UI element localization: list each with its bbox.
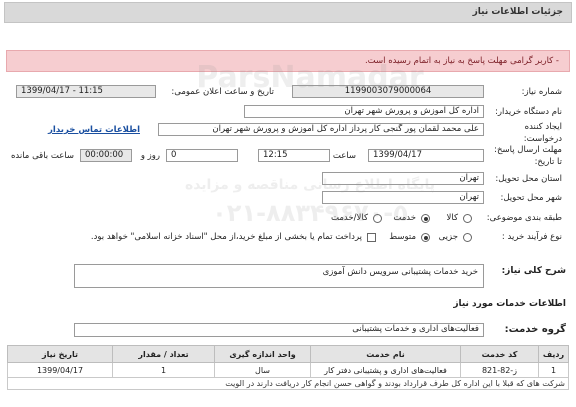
need-description-box: خرید خدمات پشتیبانی سرویس دانش آموزی	[74, 264, 484, 288]
treasury-payment-note: پرداخت تمام یا بخشی از مبلغ خرید،از محل …	[90, 232, 362, 242]
need-description-text: خرید خدمات پشتیبانی سرویس دانش آموزی	[322, 267, 478, 277]
treasury-payment-checkbox[interactable]	[367, 233, 376, 242]
need-number-field: 1199003079000064	[292, 85, 484, 98]
announce-datetime-label: تاریخ و ساعت اعلان عمومی:	[171, 87, 274, 97]
creator-label-line2: درخواست:	[523, 134, 562, 144]
need-number-label: شماره نیاز:	[521, 87, 562, 97]
city-label: شهر محل تحویل:	[500, 193, 562, 203]
page-header: جزئیات اطلاعات نیاز	[4, 2, 572, 23]
category-service-radio[interactable]	[421, 214, 430, 223]
category-service-label: خدمت	[393, 213, 416, 223]
cell-date: 1399/04/17	[7, 362, 113, 378]
buyer-contact-link[interactable]: اطلاعات تماس خریدار	[48, 125, 140, 135]
services-table: ردیف کد خدمت نام خدمت واحد اندازه گیری ت…	[7, 345, 569, 390]
need-details-form: شماره نیاز: 1199003079000064 تاریخ و ساع…	[6, 83, 570, 242]
services-info-title: اطلاعات خدمات مورد نیاز	[453, 299, 566, 309]
col-header-row: ردیف	[538, 345, 569, 363]
service-group-field: فعالیت‌های اداری و خدمات پشتیبانی	[74, 323, 484, 337]
col-header-qty: تعداد / مقدار	[112, 345, 215, 363]
process-minor-label: جزیی	[438, 232, 458, 242]
buyer-org-label: نام دستگاه خریدار:	[495, 107, 562, 117]
deadline-time-label: ساعت	[332, 151, 356, 161]
need-description-title: شرح کلی نیاز:	[501, 266, 566, 276]
service-group-label: گروه خدمت:	[504, 324, 566, 335]
cell-code: ز-82-821	[460, 362, 539, 378]
alert-text: - کاربر گرامی مهلت پاسخ به نیاز به اتمام…	[364, 56, 559, 66]
city-field: تهران	[322, 191, 484, 204]
table-footer-text: شرکت های که قبلا با این اداره کل طرف قرا…	[7, 377, 569, 390]
province-field: تهران	[322, 172, 484, 185]
category-goods-label: کالا	[446, 213, 458, 223]
category-goods-service-label: کالا/خدمت	[331, 213, 368, 223]
cell-unit: سال	[214, 362, 311, 378]
col-header-name: نام خدمت	[310, 345, 461, 363]
table-header-row: ردیف کد خدمت نام خدمت واحد اندازه گیری ت…	[7, 345, 569, 363]
category-goods-service-radio[interactable]	[373, 214, 382, 223]
category-goods-radio[interactable]	[463, 214, 472, 223]
deadline-date-field: 1399/04/17	[368, 149, 484, 162]
days-label: روز و	[140, 151, 160, 161]
creator-field: علی محمد لقمان پور گنجی کار پرداز اداره …	[158, 123, 484, 136]
col-header-code: کد خدمت	[460, 345, 539, 363]
buyer-org-field: اداره کل آموزش و پرورش شهر تهران	[244, 105, 484, 118]
cell-qty: 1	[112, 362, 215, 378]
process-minor-radio[interactable]	[463, 233, 472, 242]
process-medium-radio[interactable]	[421, 233, 430, 242]
days-remaining-field: 0	[166, 149, 238, 162]
remaining-time-field: 00:00:00	[80, 149, 132, 162]
process-medium-label: متوسط	[389, 232, 416, 242]
table-row[interactable]: 1 ز-82-821 فعالیت‌های اداری و پشتیبانی د…	[7, 362, 569, 378]
deadline-label-line2: تا تاریخ:	[534, 157, 562, 167]
deadline-time-field: 12:15	[258, 149, 330, 162]
process-type-label: نوع فرآیند خرید :	[501, 232, 562, 242]
cell-name: فعالیت‌های اداری و پشتیبانی دفتر کار	[310, 362, 461, 378]
col-header-unit: واحد اندازه گیری	[214, 345, 311, 363]
category-label: طبقه بندی موضوعی:	[486, 213, 562, 223]
remaining-time-label: ساعت باقی مانده	[10, 151, 74, 161]
deadline-label-line1: مهلت ارسال پاسخ:	[494, 145, 562, 155]
cell-row: 1	[538, 362, 569, 378]
creator-label-line1: ایجاد کننده	[524, 122, 562, 132]
announce-datetime-field: 1399/04/17 - 11:15	[16, 85, 156, 98]
province-label: استان محل تحویل:	[495, 174, 562, 184]
page-title: جزئیات اطلاعات نیاز	[472, 7, 563, 17]
deadline-expired-alert: - کاربر گرامی مهلت پاسخ به نیاز به اتمام…	[6, 50, 570, 72]
col-header-date: تاریخ نیاز	[7, 345, 113, 363]
table-footer-row: شرکت های که قبلا با این اداره کل طرف قرا…	[7, 377, 569, 390]
